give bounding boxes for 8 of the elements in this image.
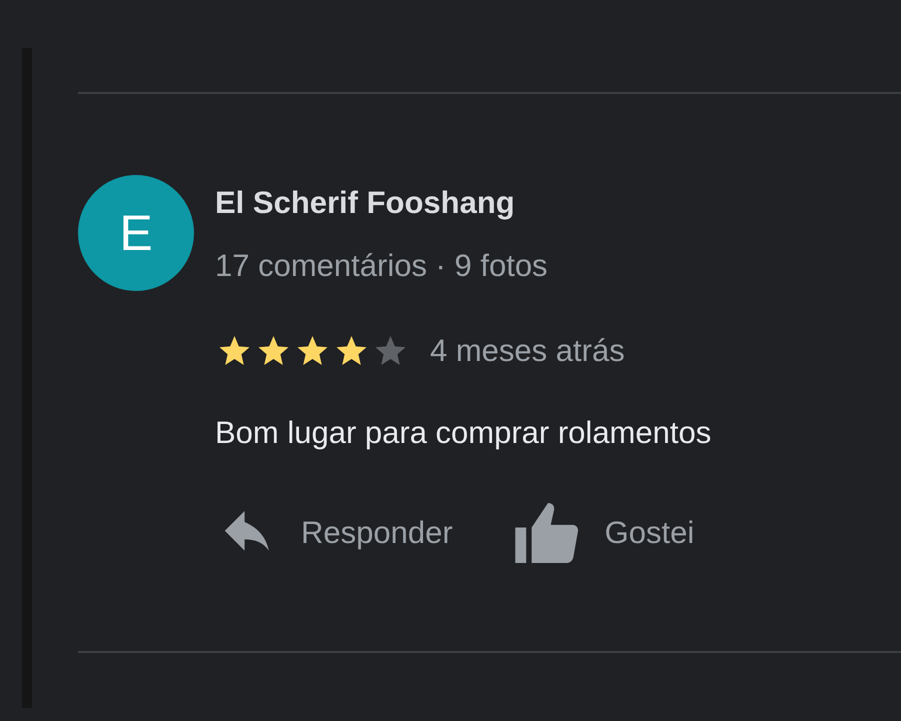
avatar: E: [78, 175, 194, 291]
reviewer-stats: 17 comentários · 9 fotos: [215, 247, 549, 285]
like-button[interactable]: Gostei: [514, 503, 694, 563]
thumbs-up-icon: [514, 503, 581, 563]
reviewer-name[interactable]: El Scherif Fooshang: [215, 183, 712, 223]
review-text: Bom lugar para comprar rolamentos: [215, 414, 712, 452]
reply-button[interactable]: Responder: [221, 511, 453, 555]
review-date: 4 meses atrás: [430, 332, 625, 370]
